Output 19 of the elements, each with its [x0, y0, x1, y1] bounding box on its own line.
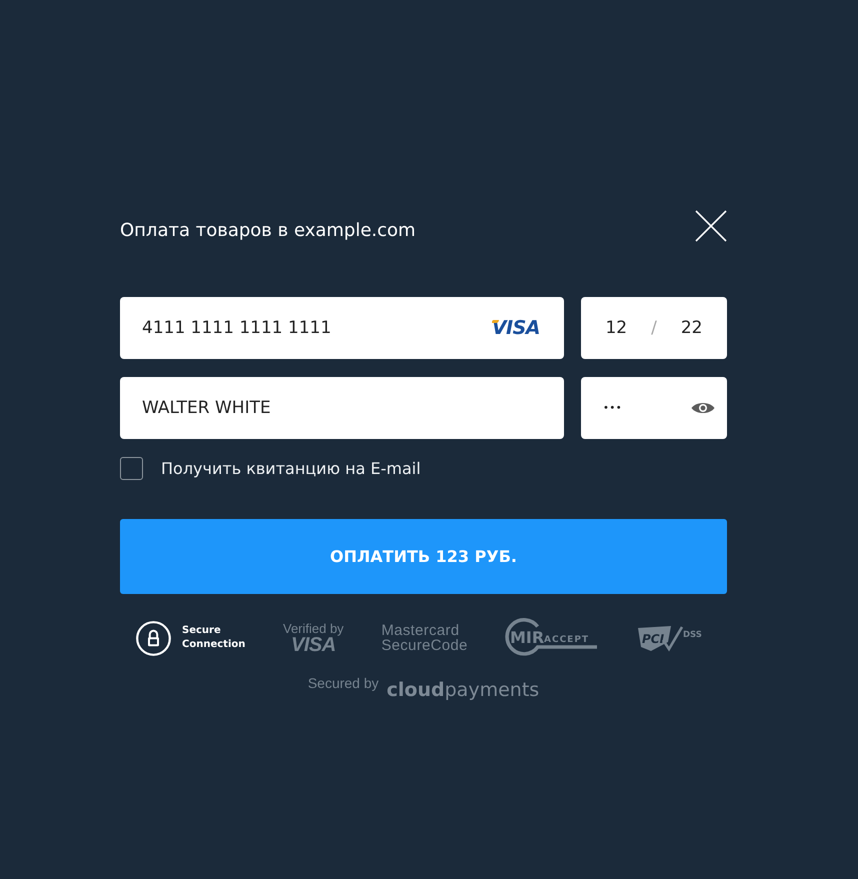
- pci-dss-logo: PCI DSS: [636, 624, 705, 652]
- secure-connection-text: Secure Connection: [182, 624, 246, 652]
- card-number-field[interactable]: 4111 1111 1111 1111 VISA: [120, 297, 564, 359]
- dialog-title: Оплата товаров в example.com: [120, 220, 416, 241]
- cloudpayments-logo: cloudpayments: [386, 679, 540, 701]
- cvv-field[interactable]: •••: [581, 377, 727, 439]
- mastercard-securecode-text: Mastercard SecureCode: [381, 623, 468, 653]
- verified-by-text: Verified by: [282, 622, 344, 636]
- mir-accept-logo: MIRACCEPT: [505, 618, 600, 658]
- secured-by-text: Secured by: [308, 675, 379, 691]
- checkbox-label[interactable]: Получить квитанцию на E-mail: [161, 459, 421, 478]
- cardholder-field[interactable]: WALTER WHITE: [120, 377, 564, 439]
- expiry-field[interactable]: 12 / 22: [581, 297, 727, 359]
- eye-icon[interactable]: [691, 401, 715, 415]
- checkbox[interactable]: [120, 457, 143, 480]
- lock-icon: [136, 620, 171, 656]
- close-icon[interactable]: [695, 210, 727, 242]
- visa-logo: VISA: [290, 636, 336, 654]
- visa-logo: VISA: [492, 318, 540, 338]
